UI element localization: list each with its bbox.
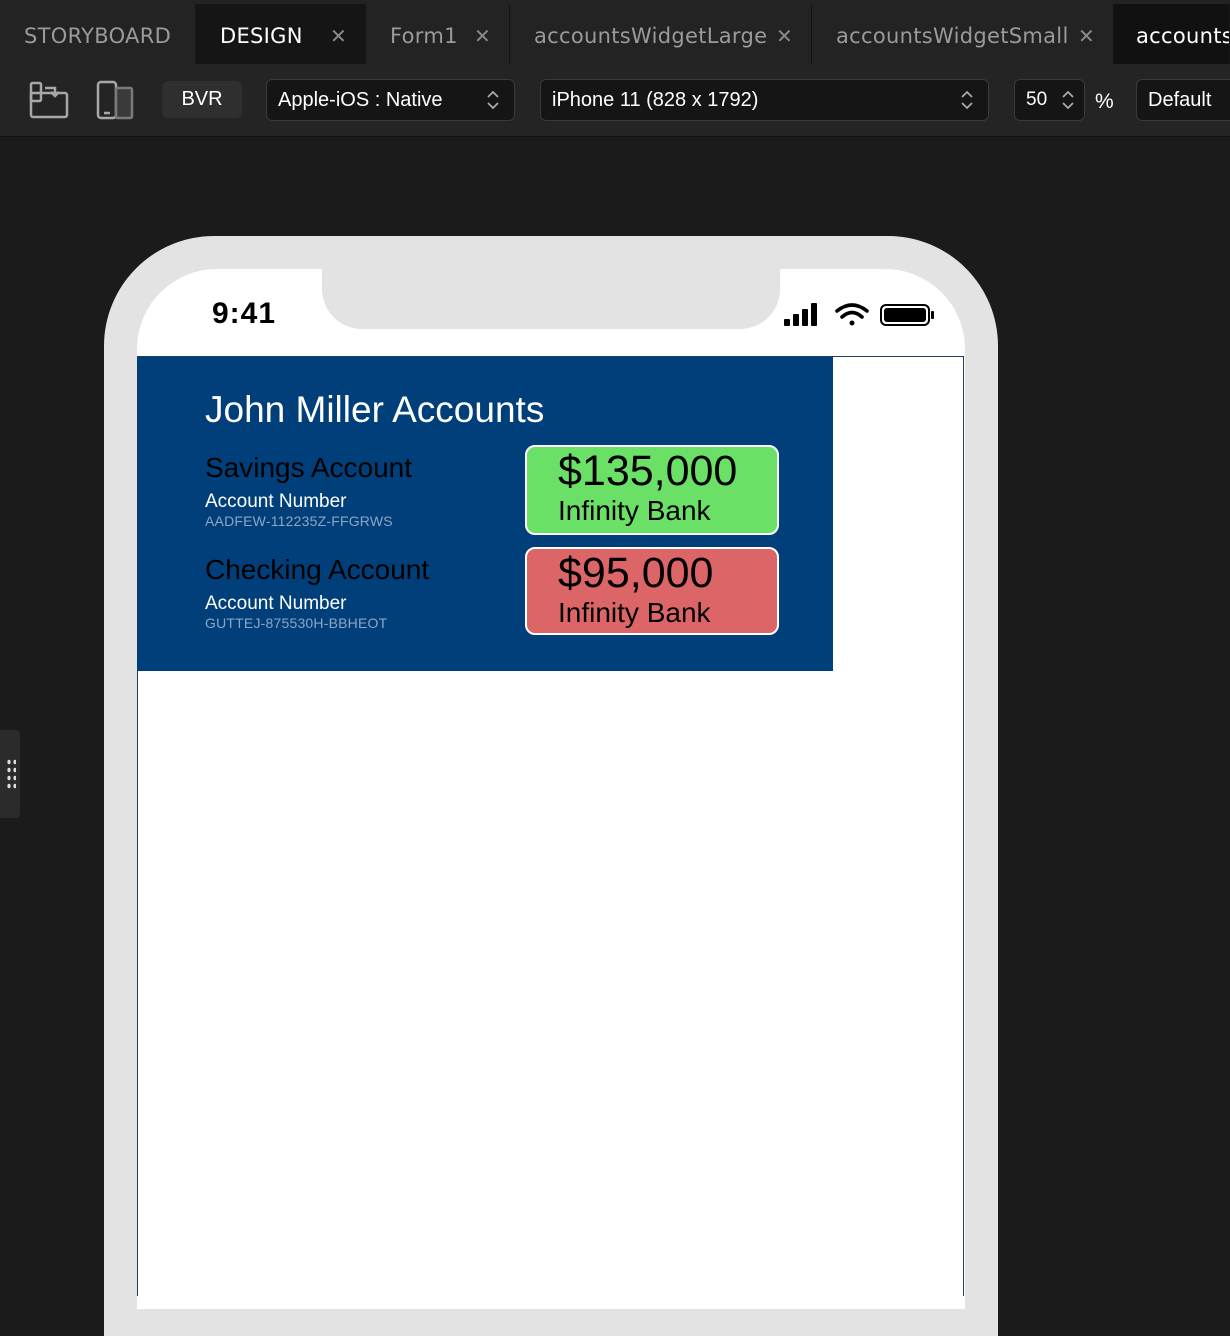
editor-tab-bar: STORYBOARD DESIGN ✕ Form1 ✕ accountsWidg… bbox=[0, 0, 1230, 69]
account-name: Savings Account bbox=[205, 452, 413, 483]
tab-accounts-widget-current[interactable]: accountsW bbox=[1114, 4, 1230, 68]
balance-amount: $95,000 bbox=[558, 549, 714, 597]
widget-title: John Miller Accounts bbox=[205, 389, 545, 430]
device-select-value: iPhone 11 (828 x 1792) bbox=[552, 88, 759, 111]
tab-form1[interactable]: Form1 ✕ bbox=[366, 4, 510, 68]
close-icon[interactable]: ✕ bbox=[776, 24, 793, 48]
tab-label: accountsWidgetSmall bbox=[836, 24, 1069, 48]
status-bar-icons bbox=[784, 300, 936, 330]
close-icon[interactable]: ✕ bbox=[330, 24, 347, 48]
battery-icon bbox=[880, 304, 934, 326]
account-name: Checking Account bbox=[205, 554, 430, 585]
tab-storyboard[interactable]: STORYBOARD bbox=[0, 4, 196, 68]
wifi-icon bbox=[835, 303, 869, 326]
device-select[interactable]: iPhone 11 (828 x 1792) bbox=[540, 79, 989, 121]
balance-card[interactable]: $95,000 Infinity Bank bbox=[525, 547, 779, 635]
accounts-widget[interactable]: John Miller Accounts Savings Account Acc… bbox=[137, 357, 833, 671]
account-number: GUTTEJ-875530H-BBHEOT bbox=[205, 615, 388, 631]
account-number: AADFEW-112235Z-FFGRWS bbox=[205, 513, 393, 529]
rotate-device-icon[interactable] bbox=[28, 80, 70, 120]
balance-amount: $135,000 bbox=[558, 447, 738, 495]
account-number-label: Account Number bbox=[205, 491, 347, 512]
tab-label: accountsWidgetLarge bbox=[534, 24, 768, 48]
bank-name: Infinity Bank bbox=[558, 495, 711, 526]
bank-name: Infinity Bank bbox=[558, 597, 711, 628]
updown-chevron-icon[interactable] bbox=[1061, 88, 1075, 112]
panel-drag-handle[interactable] bbox=[0, 730, 20, 818]
updown-chevron-icon bbox=[487, 90, 499, 110]
design-toolbar: BVR Apple-iOS : Native iPhone 11 (828 x … bbox=[0, 64, 1230, 137]
device-icon[interactable] bbox=[94, 80, 136, 120]
device-notch bbox=[322, 269, 780, 329]
updown-chevron-icon bbox=[961, 90, 973, 110]
tab-label: DESIGN bbox=[220, 24, 303, 48]
status-bar-time: 9:41 bbox=[212, 297, 277, 330]
drag-grip-icon bbox=[6, 758, 16, 790]
account-number-label: Account Number bbox=[205, 593, 347, 614]
zoom-stepper[interactable]: 50 bbox=[1014, 79, 1085, 121]
balance-card[interactable]: $135,000 Infinity Bank bbox=[525, 445, 779, 535]
platform-select[interactable]: Apple-iOS : Native bbox=[266, 79, 515, 121]
zoom-unit-label: % bbox=[1095, 90, 1114, 113]
zoom-value: 50 bbox=[1026, 89, 1048, 110]
tab-accounts-widget-large[interactable]: accountsWidgetLarge ✕ bbox=[510, 4, 812, 68]
close-icon[interactable]: ✕ bbox=[1078, 24, 1095, 48]
theme-select-value: Default bbox=[1148, 88, 1212, 111]
tab-design[interactable]: DESIGN ✕ bbox=[196, 4, 366, 68]
cellular-signal-icon bbox=[784, 303, 817, 326]
platform-select-value: Apple-iOS : Native bbox=[278, 88, 443, 111]
tab-label: STORYBOARD bbox=[24, 24, 172, 48]
theme-select[interactable]: Default bbox=[1136, 79, 1230, 121]
tab-label: accountsW bbox=[1136, 24, 1229, 48]
bvr-button[interactable]: BVR bbox=[162, 81, 242, 118]
close-icon[interactable]: ✕ bbox=[474, 24, 491, 48]
tab-label: Form1 bbox=[390, 24, 458, 48]
tab-accounts-widget-small[interactable]: accountsWidgetSmall ✕ bbox=[812, 4, 1114, 68]
